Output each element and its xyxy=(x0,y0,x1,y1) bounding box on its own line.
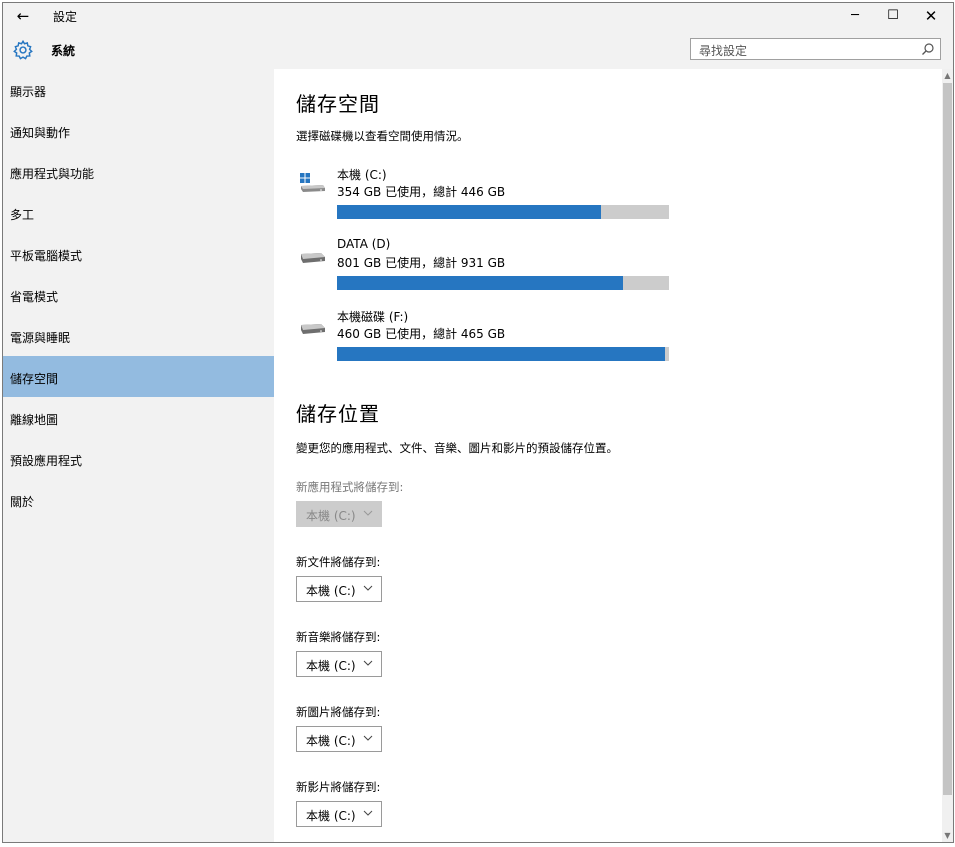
new-videos-label: 新影片將儲存到: xyxy=(296,780,381,794)
windows-drive-icon xyxy=(300,173,325,192)
sidebar-item-storage[interactable]: 儲存空間 xyxy=(3,356,274,397)
chevron-down-icon xyxy=(363,660,373,666)
drive-usage-bar xyxy=(337,276,669,290)
drive-name: 本機磁碟 (F:) xyxy=(337,310,409,324)
drive-usage: 801 GB 已使用，總計 931 GB xyxy=(337,256,506,270)
storage-heading: 儲存空間 xyxy=(296,92,380,116)
drive-name: 本機 (C:) xyxy=(337,168,387,182)
chevron-down-icon xyxy=(363,735,373,741)
sidebar-item-default-apps[interactable]: 預設應用程式 xyxy=(3,438,274,479)
chevron-down-icon xyxy=(363,810,373,816)
sidebar-item-label: 關於 xyxy=(10,495,35,509)
sidebar-item-label: 多工 xyxy=(10,208,35,222)
sidebar-item-label: 儲存空間 xyxy=(10,372,59,386)
drive-usage: 460 GB 已使用，總計 465 GB xyxy=(337,327,506,341)
sidebar-item-offline-maps[interactable]: 離線地圖 xyxy=(3,397,274,438)
gear-icon xyxy=(13,39,33,60)
sidebar-item-about[interactable]: 關於 xyxy=(3,479,274,520)
sidebar-item-multitasking[interactable]: 多工 xyxy=(3,192,274,233)
sidebar-item-label: 平板電腦模式 xyxy=(10,249,83,263)
minimize-button[interactable]: ─ xyxy=(837,3,873,29)
dropdown-value: 本機 (C:) xyxy=(306,584,356,598)
settings-header: 系統 尋找設定 xyxy=(3,29,953,69)
storage-content: 儲存空間 選擇磁碟機以查看空間使用情況。 本機 (C:) 354 GB 已使用，… xyxy=(274,69,942,842)
new-apps-label: 新應用程式將儲存到: xyxy=(296,480,404,494)
save-locations-heading: 儲存位置 xyxy=(296,402,380,426)
sidebar-item-label: 電源與睡眠 xyxy=(10,331,71,345)
dropdown-value: 本機 (C:) xyxy=(306,659,356,673)
sidebar-item-apps[interactable]: 應用程式與功能 xyxy=(3,151,274,192)
new-documents-label: 新文件將儲存到: xyxy=(296,555,381,569)
drive-usage-fill xyxy=(337,205,601,219)
new-apps-location-select: 本機 (C:) xyxy=(296,501,382,527)
close-button[interactable]: ✕ xyxy=(913,3,949,29)
save-locations-description: 變更您的應用程式、文件、音樂、圖片和影片的預設儲存位置。 xyxy=(296,441,618,455)
sidebar-item-tablet-mode[interactable]: 平板電腦模式 xyxy=(3,233,274,274)
search-placeholder: 尋找設定 xyxy=(699,44,748,58)
new-videos-location-select[interactable]: 本機 (C:) xyxy=(296,801,382,827)
section-title: 系統 xyxy=(51,44,76,58)
new-pictures-label: 新圖片將儲存到: xyxy=(296,705,381,719)
sidebar-item-display[interactable]: 顯示器 xyxy=(3,69,274,110)
new-music-label: 新音樂將儲存到: xyxy=(296,630,381,644)
sidebar-item-label: 應用程式與功能 xyxy=(10,167,95,181)
drive-icon xyxy=(301,253,325,263)
chevron-down-icon xyxy=(363,510,373,516)
new-pictures-location-select[interactable]: 本機 (C:) xyxy=(296,726,382,752)
scroll-up-arrow-icon[interactable]: ▲ xyxy=(943,71,952,80)
drive-usage-bar xyxy=(337,205,669,219)
sidebar-item-label: 通知與動作 xyxy=(10,126,71,140)
drive-icon xyxy=(301,324,325,334)
sidebar-item-power-sleep[interactable]: 電源與睡眠 xyxy=(3,315,274,356)
window-title: 設定 xyxy=(53,10,78,24)
new-music-location-select[interactable]: 本機 (C:) xyxy=(296,651,382,677)
title-bar: ← 設定 ─ ☐ ✕ xyxy=(3,3,953,29)
sidebar-item-label: 預設應用程式 xyxy=(10,454,83,468)
dropdown-value: 本機 (C:) xyxy=(306,509,356,523)
new-documents-location-select[interactable]: 本機 (C:) xyxy=(296,576,382,602)
sidebar-item-battery-saver[interactable]: 省電模式 xyxy=(3,274,274,315)
scroll-down-arrow-icon[interactable]: ▼ xyxy=(943,831,952,840)
dropdown-value: 本機 (C:) xyxy=(306,809,356,823)
drive-usage: 354 GB 已使用，總計 446 GB xyxy=(337,185,506,199)
sidebar-nav: 顯示器 通知與動作 應用程式與功能 多工 平板電腦模式 省電模式 電源與睡眠 儲… xyxy=(3,69,274,842)
drive-usage-fill xyxy=(337,347,666,361)
search-icon[interactable] xyxy=(921,42,935,56)
storage-description: 選擇磁碟機以查看空間使用情況。 xyxy=(296,129,469,143)
vertical-scrollbar[interactable]: ▲ ▼ xyxy=(942,69,953,842)
drive-usage-fill xyxy=(337,276,623,290)
sidebar-item-label: 省電模式 xyxy=(10,290,59,304)
scrollbar-thumb[interactable] xyxy=(943,83,952,795)
drive-usage-bar xyxy=(337,347,669,361)
dropdown-value: 本機 (C:) xyxy=(306,734,356,748)
sidebar-item-notifications[interactable]: 通知與動作 xyxy=(3,110,274,151)
sidebar-item-label: 顯示器 xyxy=(10,85,47,99)
search-input[interactable]: 尋找設定 xyxy=(690,38,941,60)
back-arrow-icon[interactable]: ← xyxy=(11,6,35,26)
sidebar-item-label: 離線地圖 xyxy=(10,413,59,427)
settings-window: ← 設定 ─ ☐ ✕ 系統 尋找設定 顯示器 通知與動作 應用程式與功能 多工 … xyxy=(2,2,954,843)
chevron-down-icon xyxy=(363,585,373,591)
maximize-button[interactable]: ☐ xyxy=(875,3,911,29)
drive-name: DATA (D) xyxy=(337,237,391,251)
